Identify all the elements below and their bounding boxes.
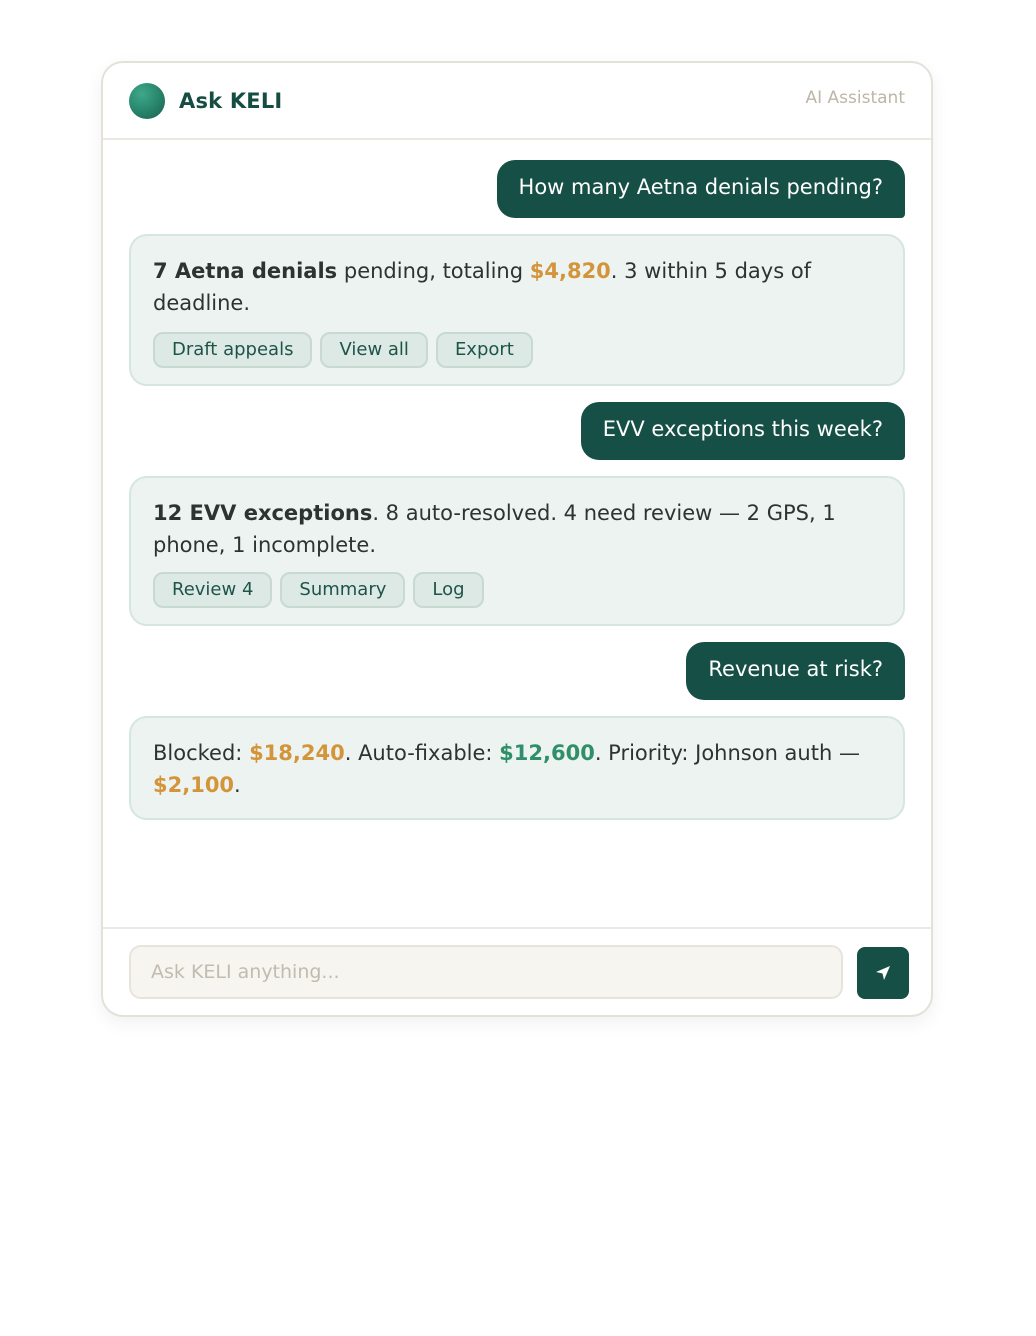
send-arrow-icon bbox=[876, 966, 890, 980]
send-button[interactable] bbox=[857, 947, 909, 999]
view-all-button[interactable]: View all bbox=[320, 332, 428, 368]
assistant-message: 7 Aetna denials pending, totaling $4,820… bbox=[129, 234, 905, 386]
message-text: . Priority: Johnson auth — bbox=[594, 741, 860, 765]
amount-priority: $2,100 bbox=[153, 773, 235, 797]
log-button[interactable]: Log bbox=[413, 572, 484, 608]
assistant-message: 12 EVV exceptions. 8 auto-resolved. 4 ne… bbox=[129, 476, 905, 626]
assistant-title: Ask KELI bbox=[179, 88, 283, 113]
export-button[interactable]: Export bbox=[435, 332, 533, 368]
summary-button[interactable]: Summary bbox=[280, 572, 406, 608]
message-highlight: 12 EVV exceptions bbox=[153, 501, 373, 525]
user-message: How many Aetna denials pending? bbox=[496, 160, 905, 218]
message-text: pending, totaling bbox=[337, 259, 530, 283]
assistant-avatar bbox=[129, 82, 165, 119]
amount-auto-fixable: $12,600 bbox=[499, 741, 595, 765]
draft-appeals-button[interactable]: Draft appeals bbox=[153, 332, 313, 368]
chat-header: Ask KELI AI Assistant bbox=[103, 63, 931, 140]
amount-pending: $4,820 bbox=[529, 259, 611, 283]
message-text: Blocked: bbox=[153, 741, 250, 765]
message-highlight: 7 Aetna denials bbox=[153, 259, 338, 283]
chat-input-bar bbox=[103, 927, 931, 1015]
assistant-subtitle: AI Assistant bbox=[805, 87, 906, 108]
user-message: EVV exceptions this week? bbox=[580, 402, 905, 460]
assistant-message-text: Blocked: $18,240. Auto-fixable: $12,600.… bbox=[153, 737, 881, 801]
chat-input[interactable] bbox=[129, 945, 843, 999]
user-message: Revenue at risk? bbox=[686, 642, 905, 700]
assistant-message-text: 12 EVV exceptions. 8 auto-resolved. 4 ne… bbox=[153, 497, 881, 561]
review-button[interactable]: Review 4 bbox=[153, 572, 273, 608]
assistant-message-text: 7 Aetna denials pending, totaling $4,820… bbox=[153, 255, 881, 319]
action-chips: Review 4 Summary Log bbox=[153, 572, 881, 608]
message-text: . bbox=[234, 773, 241, 797]
assistant-message: Blocked: $18,240. Auto-fixable: $12,600.… bbox=[129, 716, 905, 820]
chat-panel: Ask KELI AI Assistant How many Aetna den… bbox=[101, 61, 933, 1017]
action-chips: Draft appeals View all Export bbox=[153, 332, 881, 368]
amount-blocked: $18,240 bbox=[249, 741, 345, 765]
message-text: . Auto-fixable: bbox=[344, 741, 500, 765]
